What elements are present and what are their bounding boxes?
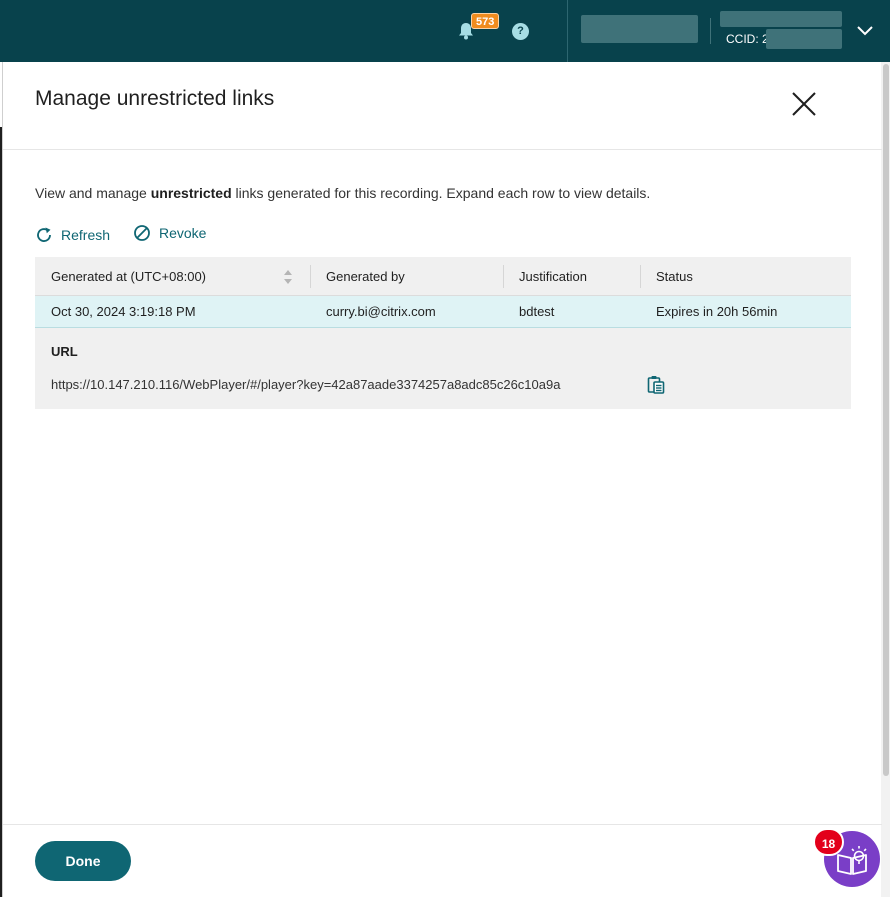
column-header-justification: Justification xyxy=(519,269,587,284)
account-ccid: CCID: 2 xyxy=(726,32,769,46)
notification-count-badge: 573 xyxy=(471,13,500,29)
refresh-button[interactable]: Refresh xyxy=(35,226,110,244)
sort-icon[interactable] xyxy=(283,268,293,286)
column-separator xyxy=(640,265,641,288)
chevron-down-icon[interactable] xyxy=(856,24,874,38)
refresh-label: Refresh xyxy=(61,227,111,243)
cell-generated-at: Oct 30, 2024 3:19:18 PM xyxy=(51,304,196,319)
redacted-customer-name[interactable] xyxy=(581,15,698,43)
close-icon[interactable] xyxy=(789,89,819,119)
cell-status: Expires in 20h 56min xyxy=(656,304,778,319)
column-separator xyxy=(310,265,311,288)
help-icon[interactable]: ? xyxy=(512,23,529,40)
done-button[interactable]: Done xyxy=(35,841,131,881)
topbar-divider-secondary xyxy=(710,18,711,44)
page-scrollbar-thumb[interactable] xyxy=(883,64,889,776)
url-value: https://10.147.210.116/WebPlayer/#/playe… xyxy=(51,377,561,392)
manage-links-dialog: Manage unrestricted links View and manag… xyxy=(2,62,882,897)
topbar-divider xyxy=(567,0,568,62)
column-separator xyxy=(503,265,504,288)
cell-generated-by: curry.bi@citrix.com xyxy=(326,304,436,319)
revoke-label: Revoke xyxy=(159,225,207,241)
url-label: URL xyxy=(51,344,78,359)
help-notification-badge: 18 xyxy=(813,828,844,856)
footer-divider xyxy=(3,824,882,825)
copy-to-clipboard-icon[interactable] xyxy=(647,375,665,394)
table-header: Generated at (UTC+08:00) Generated by Ju… xyxy=(35,257,851,296)
redacted-ccid-value xyxy=(766,29,842,49)
links-table: Generated at (UTC+08:00) Generated by Ju… xyxy=(35,257,851,409)
cell-justification: bdtest xyxy=(519,304,555,319)
refresh-icon xyxy=(37,227,51,242)
column-header-generated-by: Generated by xyxy=(326,269,405,284)
dialog-description: View and manage unrestricted links gener… xyxy=(35,185,651,201)
column-header-generated-at[interactable]: Generated at (UTC+08:00) xyxy=(51,257,206,296)
revoke-icon xyxy=(134,225,150,241)
top-bar: 573 ? CCID: 2 xyxy=(0,0,890,62)
revoke-button[interactable]: Revoke xyxy=(133,224,206,242)
header-divider xyxy=(3,149,882,150)
row-details-panel: URL https://10.147.210.116/WebPlayer/#/p… xyxy=(35,328,851,409)
dialog-title: Manage unrestricted links xyxy=(35,87,275,110)
column-header-status: Status xyxy=(656,269,693,284)
redacted-user-name xyxy=(720,11,842,27)
table-row[interactable]: Oct 30, 2024 3:19:18 PM curry.bi@citrix.… xyxy=(35,296,851,328)
